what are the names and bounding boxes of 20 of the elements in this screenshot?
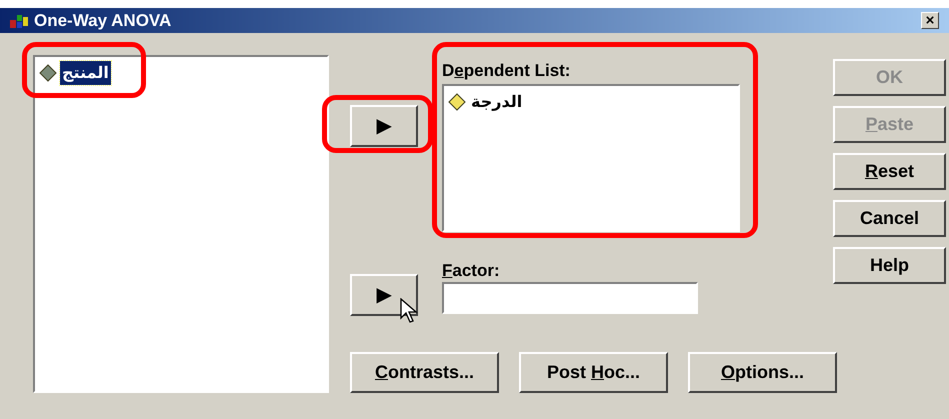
scale-variable-icon — [448, 93, 466, 111]
factor-label: Factor: — [442, 260, 501, 280]
mouse-cursor-icon — [400, 298, 418, 324]
variable-item[interactable]: المنتج — [60, 61, 111, 85]
close-button[interactable]: × — [921, 12, 939, 29]
move-button[interactable]: ▶ — [350, 274, 418, 316]
dialog-button[interactable]: Help — [833, 247, 946, 284]
scale-variable-icon — [39, 64, 57, 82]
dialog-button[interactable]: Cancel — [833, 200, 946, 237]
dependent-list[interactable]: الدرجة — [442, 84, 740, 232]
dependent-list-label: Dependent List: — [442, 60, 572, 80]
dialog-button[interactable]: Post Hoc... — [519, 352, 668, 393]
source-variable-list[interactable]: المنتج — [33, 55, 329, 393]
dialog-button[interactable]: Reset — [833, 153, 946, 190]
factor-field[interactable] — [442, 282, 698, 314]
dialog-button[interactable]: Contrasts... — [350, 352, 499, 393]
variable-item[interactable]: الدرجة — [469, 90, 524, 114]
dialog-button[interactable]: Options... — [688, 352, 837, 393]
window-title: One-Way ANOVA — [34, 10, 172, 32]
move-button[interactable]: ▶ — [350, 105, 418, 147]
